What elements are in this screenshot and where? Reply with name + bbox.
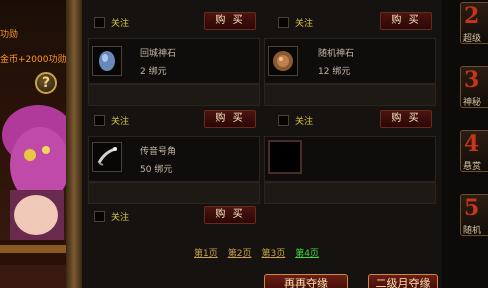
follow-toggle[interactable]: 关注 xyxy=(94,14,129,30)
tab-random[interactable]: 5 随机 xyxy=(460,194,488,236)
tab-label: 悬赏 xyxy=(463,162,482,172)
item-strip xyxy=(88,84,260,106)
item-strip xyxy=(264,84,436,106)
horn-icon xyxy=(92,142,122,172)
item-price: 50 绑元 xyxy=(140,165,173,175)
help-icon[interactable]: ? xyxy=(35,72,57,94)
buy-button[interactable]: 购 买 xyxy=(380,12,432,30)
page-link-4[interactable]: 第4页 xyxy=(295,246,319,259)
pagination: 第1页 第2页 第3页 第4页 xyxy=(194,246,319,259)
second-recharge-button[interactable]: 二级月夺缘 xyxy=(368,274,438,288)
tab-number: 3 xyxy=(464,67,480,93)
follow-label: 关注 xyxy=(295,18,314,29)
tab-label: 超级 xyxy=(463,34,482,44)
page-link-3[interactable]: 第3页 xyxy=(261,246,285,259)
follow-toggle[interactable]: 关注 xyxy=(94,112,129,128)
item-strip xyxy=(88,182,260,204)
tab-bounty[interactable]: 4 悬赏 xyxy=(460,130,488,172)
tab-number: 5 xyxy=(464,195,480,221)
empty-slot-icon xyxy=(268,140,302,174)
follow-checkbox[interactable] xyxy=(278,16,289,28)
follow-checkbox[interactable] xyxy=(94,16,105,28)
item-price: 2 绑元 xyxy=(140,67,167,77)
follow-checkbox[interactable] xyxy=(94,210,105,222)
buy-button[interactable]: 购 买 xyxy=(380,110,432,128)
character-panel: 功勋 金币+2000功勋 ? xyxy=(0,0,84,288)
follow-toggle[interactable]: 关注 xyxy=(94,208,129,224)
follow-label: 关注 xyxy=(111,212,130,223)
honor-text: 功勋 xyxy=(0,30,19,40)
follow-toggle[interactable]: 关注 xyxy=(278,14,313,30)
follow-label: 关注 xyxy=(111,116,130,127)
tab-label: 随机 xyxy=(463,226,482,236)
follow-checkbox[interactable] xyxy=(278,114,289,126)
return-stone-icon xyxy=(92,46,122,76)
item-name: 随机神石 xyxy=(318,49,355,59)
buy-button[interactable]: 购 买 xyxy=(204,12,256,30)
panel-frame xyxy=(66,0,82,288)
follow-label: 关注 xyxy=(111,18,130,29)
buy-button[interactable]: 购 买 xyxy=(204,206,256,224)
random-stone-icon xyxy=(268,46,298,76)
page-link-1[interactable]: 第1页 xyxy=(194,246,218,259)
item-price: 12 绑元 xyxy=(318,67,351,77)
page-link-2[interactable]: 第2页 xyxy=(228,246,252,259)
item-name: 传音号角 xyxy=(140,147,177,157)
follow-checkbox[interactable] xyxy=(94,114,105,126)
buy-button[interactable]: 购 买 xyxy=(204,110,256,128)
tab-number: 4 xyxy=(464,131,480,157)
tab-number: 2 xyxy=(464,3,480,29)
follow-label: 关注 xyxy=(295,116,314,127)
tab-super[interactable]: 2 超级 xyxy=(460,2,488,44)
shop-panel: 关注 购 买 关注 购 买 回城神石 2 绑元 关注 购 买 随机神石 12 绑… xyxy=(82,0,442,288)
recharge-button[interactable]: 再再夺缘 xyxy=(264,274,348,288)
item-name: 回城神石 xyxy=(140,49,177,59)
follow-toggle[interactable]: 关注 xyxy=(278,112,313,128)
item-strip xyxy=(264,182,436,204)
tab-mystic[interactable]: 3 神秘 xyxy=(460,66,488,108)
category-tabs: 2 超级 3 神秘 4 悬赏 5 随机 xyxy=(442,0,488,288)
tab-label: 神秘 xyxy=(463,98,482,108)
